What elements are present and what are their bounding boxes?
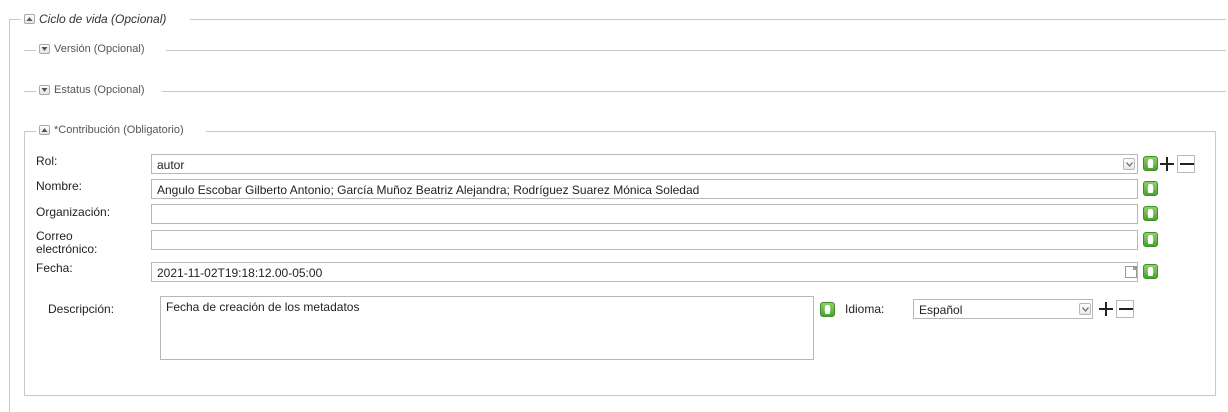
add-button[interactable] bbox=[1158, 155, 1176, 173]
rol-select[interactable]: autor bbox=[151, 154, 1138, 174]
contribucion-top-left bbox=[24, 131, 36, 132]
estatus-line-left bbox=[24, 91, 36, 92]
fecha-input[interactable]: 2021-11-02T19:18:12.00-05:00 bbox=[151, 262, 1138, 282]
rol-label: Rol: bbox=[36, 154, 58, 168]
contribucion-top-right bbox=[206, 131, 1216, 132]
info-icon[interactable] bbox=[1143, 206, 1158, 221]
expand-down-icon[interactable] bbox=[39, 44, 50, 54]
info-icon[interactable] bbox=[1143, 156, 1158, 171]
version-line-left bbox=[24, 50, 36, 51]
nombre-input[interactable]: Angulo Escobar Gilberto Antonio; García … bbox=[151, 179, 1138, 199]
outer-fieldset-left bbox=[9, 19, 10, 412]
section-ciclo-de-vida: Ciclo de vida (Opcional) bbox=[22, 12, 171, 26]
organizacion-input[interactable] bbox=[151, 204, 1138, 224]
section-contribucion: *Contribución (Obligatorio) bbox=[37, 124, 188, 136]
section-version: Versión (Opcional) bbox=[37, 43, 149, 55]
info-icon[interactable] bbox=[1143, 181, 1158, 196]
contribucion-right bbox=[1215, 131, 1216, 395]
dropdown-arrow-icon[interactable] bbox=[1123, 158, 1135, 170]
collapse-up-icon[interactable] bbox=[24, 14, 35, 24]
info-icon[interactable] bbox=[820, 302, 835, 317]
contribucion-bottom bbox=[24, 395, 1216, 396]
calendar-icon[interactable] bbox=[1125, 266, 1137, 278]
info-icon[interactable] bbox=[1143, 264, 1158, 279]
idioma-value: Español bbox=[919, 303, 963, 317]
idioma-select[interactable]: Español bbox=[913, 299, 1093, 319]
expand-down-icon[interactable] bbox=[39, 85, 50, 95]
organizacion-label: Organización: bbox=[36, 205, 111, 219]
remove-idioma-button[interactable] bbox=[1116, 300, 1134, 318]
rol-value: autor bbox=[157, 158, 185, 172]
descripcion-textarea[interactable]: Fecha de creación de los metadatos bbox=[160, 296, 814, 360]
idioma-label: Idioma: bbox=[845, 302, 885, 316]
minus-icon bbox=[1180, 163, 1194, 165]
section-ciclo-de-vida-title: Ciclo de vida (Opcional) bbox=[39, 12, 167, 26]
estatus-line-right bbox=[162, 91, 1226, 92]
remove-button[interactable] bbox=[1177, 155, 1195, 173]
plus-icon-v bbox=[1105, 302, 1107, 316]
correo-label: Correo electrónico: bbox=[36, 229, 98, 256]
plus-icon-v bbox=[1166, 157, 1168, 171]
fecha-value: 2021-11-02T19:18:12.00-05:00 bbox=[157, 266, 323, 280]
descripcion-label: Descripción: bbox=[48, 302, 115, 316]
contribucion-left bbox=[24, 131, 25, 395]
section-estatus-title: Estatus (Opcional) bbox=[54, 84, 145, 96]
nombre-value: Angulo Escobar Gilberto Antonio; García … bbox=[157, 183, 700, 197]
section-estatus: Estatus (Opcional) bbox=[37, 84, 149, 96]
add-idioma-button[interactable] bbox=[1097, 300, 1115, 318]
collapse-up-icon[interactable] bbox=[39, 125, 50, 135]
outer-fieldset-top bbox=[190, 19, 1226, 20]
info-icon[interactable] bbox=[1143, 232, 1158, 247]
minus-icon bbox=[1119, 308, 1133, 310]
outer-fieldset-top-left bbox=[9, 19, 21, 20]
fecha-label: Fecha: bbox=[36, 261, 73, 275]
descripcion-value: Fecha de creación de los metadatos bbox=[166, 300, 360, 314]
dropdown-arrow-icon[interactable] bbox=[1079, 303, 1091, 315]
nombre-label: Nombre: bbox=[36, 179, 83, 193]
correo-input[interactable] bbox=[151, 230, 1138, 250]
version-line-right bbox=[166, 50, 1226, 51]
section-version-title: Versión (Opcional) bbox=[54, 43, 145, 55]
section-contribucion-title: *Contribución (Obligatorio) bbox=[54, 124, 184, 136]
